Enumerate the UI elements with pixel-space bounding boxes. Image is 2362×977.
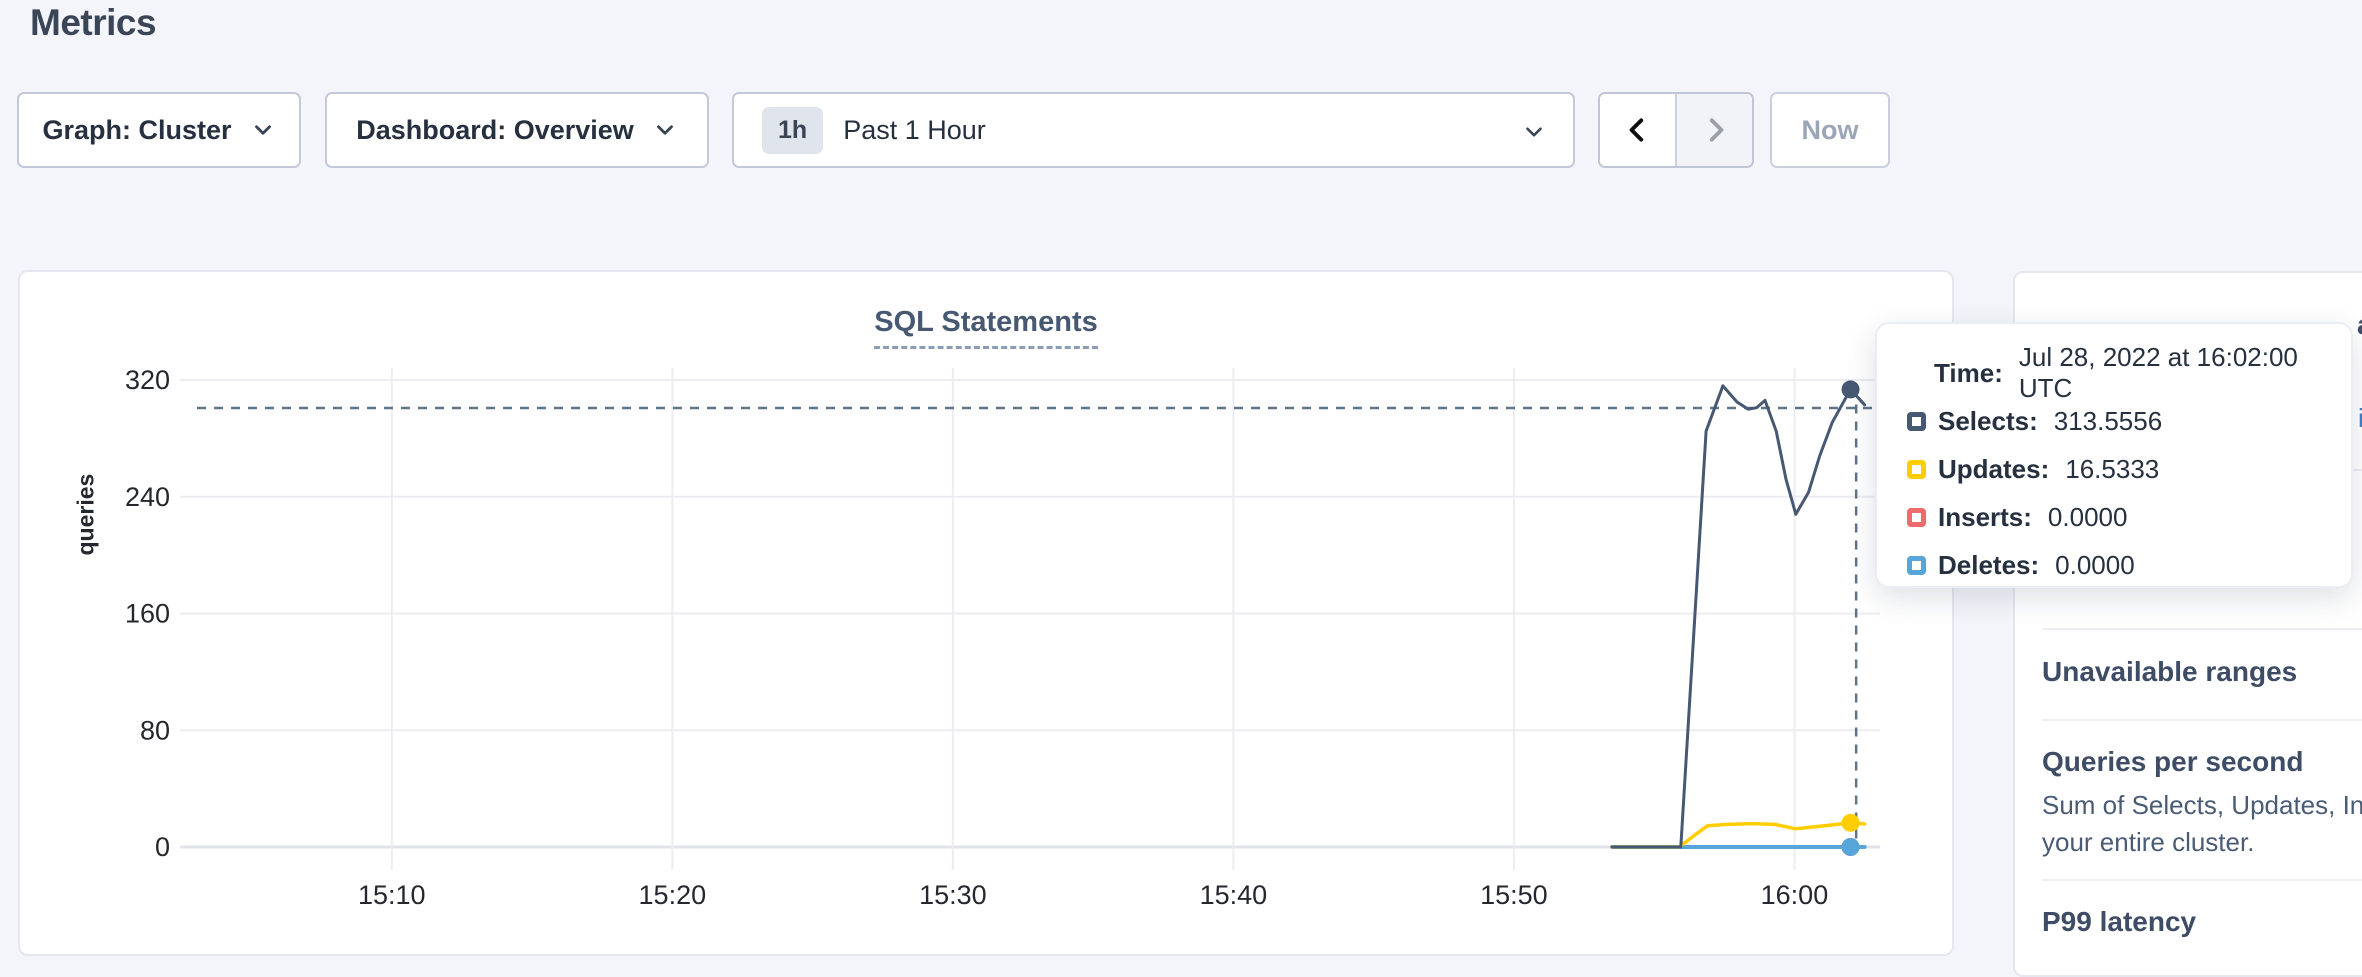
hover-dot-deletes bbox=[1842, 838, 1860, 856]
tooltip-series-value: 313.5556 bbox=[2054, 406, 2162, 437]
y-tick-label: 240 bbox=[125, 482, 170, 512]
now-button[interactable]: Now bbox=[1770, 92, 1890, 168]
tooltip-series-value: 16.5333 bbox=[2065, 454, 2159, 485]
chevron-down-icon bbox=[652, 117, 678, 143]
chevron-right-icon bbox=[1700, 115, 1730, 145]
x-tick-label: 15:30 bbox=[919, 880, 987, 910]
graph-scope-dropdown-label: Graph: Cluster bbox=[42, 115, 231, 146]
hover-dot-updates bbox=[1842, 814, 1860, 832]
dashboard-dropdown[interactable]: Dashboard: Overview bbox=[325, 92, 709, 168]
selects-legend-icon bbox=[1907, 412, 1926, 431]
tooltip-time-row: Time: Jul 28, 2022 at 16:02:00 UTC bbox=[1877, 349, 2351, 397]
tooltip-series-label: Selects: bbox=[1938, 406, 2038, 437]
chevron-down-icon bbox=[1521, 119, 1547, 145]
graph-scope-dropdown[interactable]: Graph: Cluster bbox=[17, 92, 301, 168]
clipped-link-fragment: i bbox=[2358, 403, 2362, 434]
inserts-legend-icon bbox=[1907, 508, 1926, 527]
y-tick-label: 160 bbox=[125, 599, 170, 629]
summary-item-p99-latency: P99 latency bbox=[2042, 906, 2196, 938]
tooltip-series-label: Inserts: bbox=[1938, 502, 2032, 533]
clipped-text-fragment: a bbox=[2357, 309, 2362, 341]
summary-item-description-line: Sum of Selects, Updates, Inser bbox=[2042, 787, 2362, 824]
divider bbox=[2042, 628, 2362, 630]
x-tick-label: 15:50 bbox=[1480, 880, 1548, 910]
updates-legend-icon bbox=[1907, 460, 1926, 479]
y-tick-label: 80 bbox=[140, 715, 170, 745]
chart-hover-tooltip: Time: Jul 28, 2022 at 16:02:00 UTC Selec… bbox=[1875, 322, 2353, 588]
metrics-page: { "page": { "title": "Metrics" }, "toolb… bbox=[0, 0, 2362, 966]
dashboard-dropdown-label: Dashboard: Overview bbox=[356, 115, 634, 146]
next-time-window-button[interactable] bbox=[1675, 94, 1752, 166]
y-tick-label: 320 bbox=[125, 365, 170, 395]
x-tick-label: 15:20 bbox=[639, 880, 707, 910]
tooltip-time-value: Jul 28, 2022 at 16:02:00 UTC bbox=[2019, 342, 2351, 404]
chevron-left-icon bbox=[1623, 115, 1653, 145]
previous-time-window-button[interactable] bbox=[1600, 94, 1675, 166]
time-range-badge: 1h bbox=[762, 107, 823, 154]
tooltip-time-label: Time: bbox=[1934, 358, 2003, 389]
time-window-pager bbox=[1598, 92, 1754, 168]
series-line-selects bbox=[1612, 386, 1865, 847]
tooltip-series-row: Updates: 16.5333 bbox=[1877, 445, 2351, 493]
chevron-down-icon bbox=[250, 117, 276, 143]
tooltip-series-label: Updates: bbox=[1938, 454, 2049, 485]
tooltip-series-value: 0.0000 bbox=[2048, 502, 2128, 533]
tooltip-series-row: Deletes: 0.0000 bbox=[1877, 541, 2351, 589]
y-tick-label: 0 bbox=[155, 832, 170, 862]
x-tick-label: 15:10 bbox=[358, 880, 426, 910]
page-title: Metrics bbox=[30, 2, 156, 44]
time-range-selector[interactable]: 1h Past 1 Hour bbox=[732, 92, 1575, 168]
x-tick-label: 16:00 bbox=[1761, 880, 1829, 910]
divider bbox=[2042, 879, 2362, 881]
divider bbox=[2042, 719, 2362, 721]
summary-item-unavailable-ranges: Unavailable ranges bbox=[2042, 656, 2297, 688]
x-tick-label: 15:40 bbox=[1200, 880, 1268, 910]
summary-item-description-line: your entire cluster. bbox=[2042, 824, 2254, 861]
tooltip-series-row: Inserts: 0.0000 bbox=[1877, 493, 2351, 541]
sql-statements-plot[interactable]: 0 80 160 240 320 15:10 15:20 15:30 15:40 15:50 16:… bbox=[20, 272, 1956, 958]
time-range-label: Past 1 Hour bbox=[843, 115, 986, 146]
sql-statements-chart-card: SQL Statements queries 08016024032015:10… bbox=[18, 270, 1954, 956]
hover-dot-selects bbox=[1842, 380, 1860, 398]
summary-item-queries-per-second: Queries per second bbox=[2042, 746, 2303, 778]
tooltip-series-value: 0.0000 bbox=[2055, 550, 2135, 581]
series-line-updates bbox=[1612, 823, 1865, 847]
tooltip-series-row: Selects: 313.5556 bbox=[1877, 397, 2351, 445]
tooltip-series-label: Deletes: bbox=[1938, 550, 2039, 581]
deletes-legend-icon bbox=[1907, 556, 1926, 575]
